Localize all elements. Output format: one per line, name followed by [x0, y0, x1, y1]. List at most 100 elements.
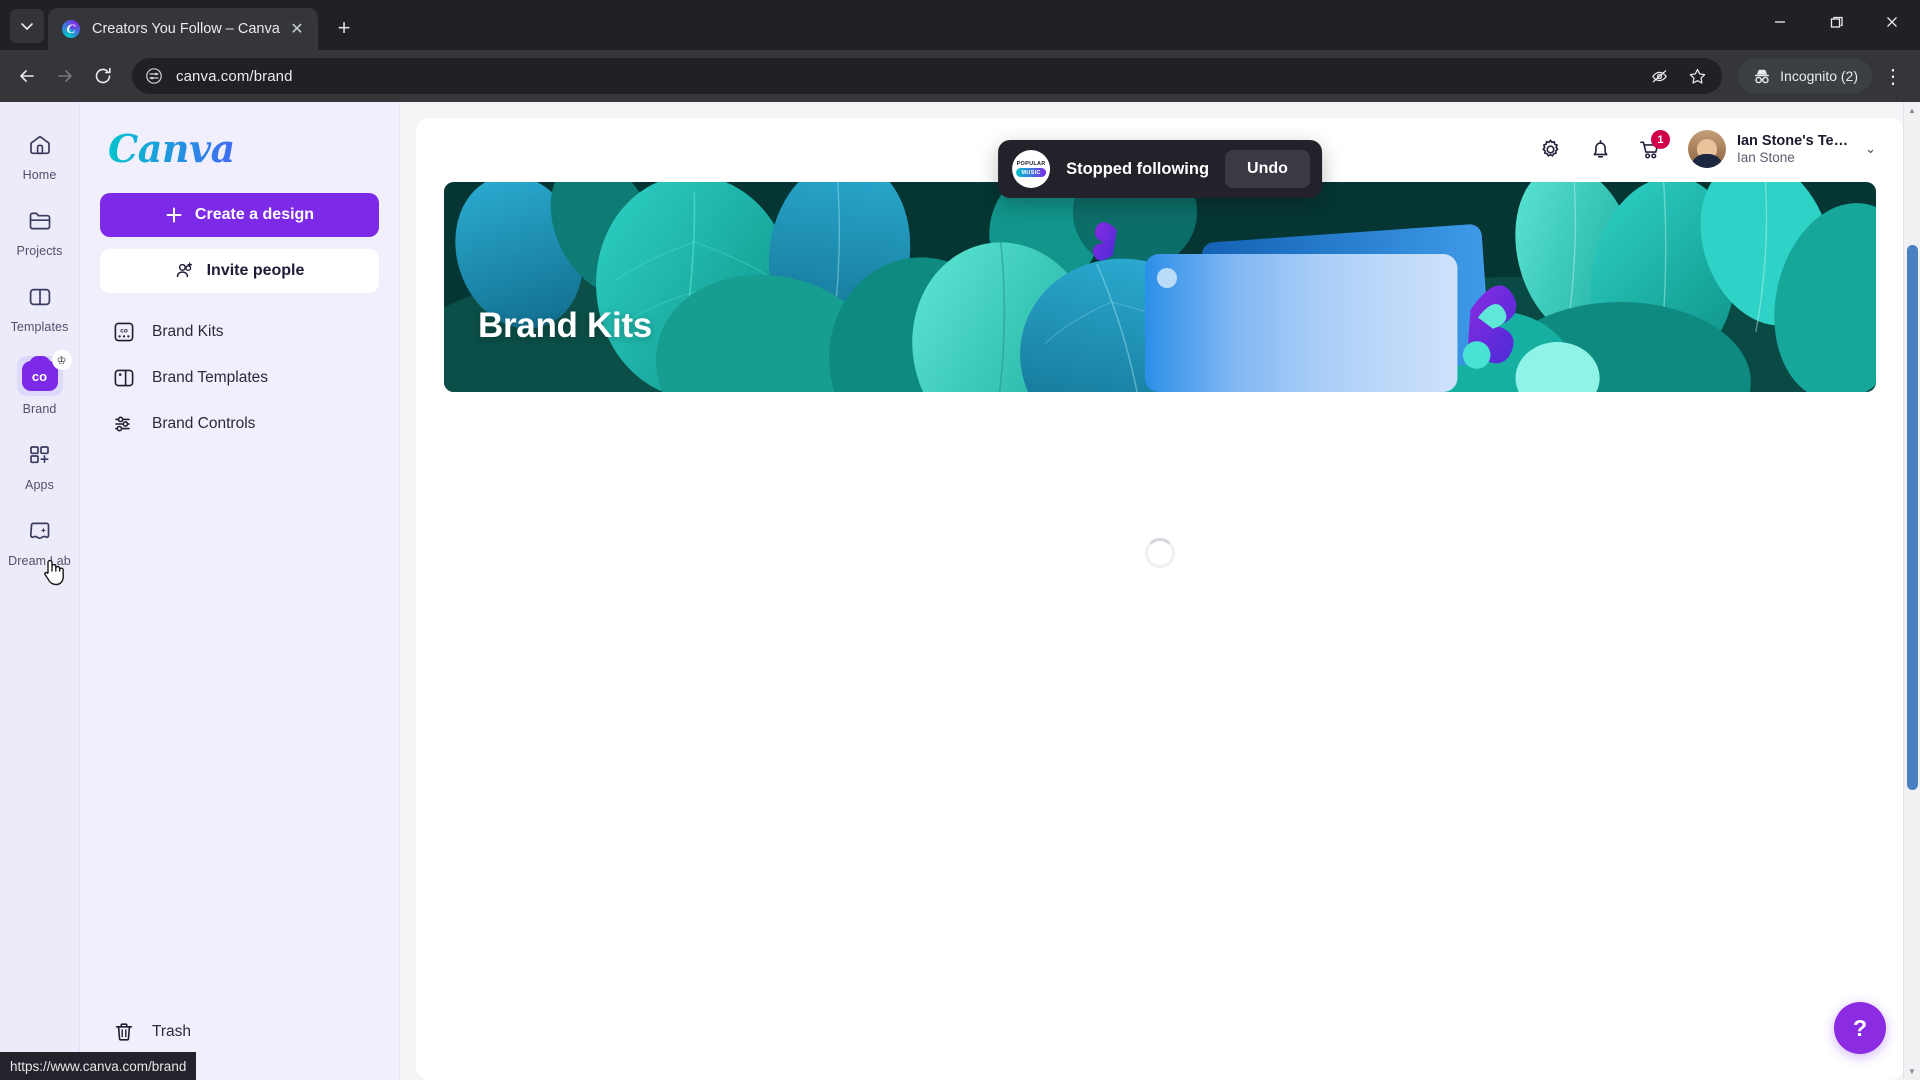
crown-icon: ♔ [51, 350, 72, 370]
sidebar-item-trash[interactable]: Trash [100, 1010, 379, 1054]
canva-logo[interactable]: Canva [108, 126, 379, 171]
folder-icon [19, 204, 61, 238]
browser-toolbar: canva.com/brand Incognito (2) ⋮ [0, 50, 1920, 102]
address-bar[interactable]: canva.com/brand [132, 58, 1723, 94]
plus-icon [166, 207, 182, 223]
toast-notification: POPULAR MUSIC Stopped following Undo [998, 140, 1322, 198]
creator-avatar-bottom-text: MUSIC [1016, 168, 1046, 177]
minimize-icon [1775, 21, 1785, 23]
cart-button[interactable]: 1 [1630, 128, 1672, 170]
create-a-design-button[interactable]: Create a design [100, 193, 379, 237]
scroll-up-arrow-icon[interactable]: ▲ [1904, 102, 1920, 119]
close-tab-button[interactable]: ✕ [286, 18, 308, 40]
scrollbar-thumb[interactable] [1907, 245, 1918, 790]
minimize-button[interactable] [1752, 0, 1808, 44]
star-icon [1689, 68, 1705, 84]
user-name: Ian Stone [1736, 149, 1795, 165]
toast-message: Stopped following [1066, 159, 1210, 178]
rail-item-templates[interactable]: Templates [2, 270, 78, 340]
forward-button[interactable] [48, 59, 82, 93]
trash-icon [112, 1020, 136, 1044]
brand-chip: co [21, 356, 58, 391]
rail-label-dream-lab: Dream Lab [8, 554, 71, 568]
brand-kits-banner: Brand Kits [444, 182, 1876, 392]
back-arrow-icon [20, 70, 34, 82]
incognito-label: Incognito (2) [1780, 68, 1858, 84]
maximize-button[interactable] [1808, 0, 1864, 44]
banner-title: Brand Kits [478, 306, 652, 345]
brand-kit-icon: co [112, 320, 136, 344]
back-button[interactable] [10, 59, 44, 93]
rail-item-projects[interactable]: Projects [2, 194, 78, 264]
scroll-down-arrow-icon[interactable]: ▼ [1904, 1063, 1920, 1080]
rail-item-brand[interactable]: co ♔ Brand [2, 346, 78, 422]
settings-button[interactable] [1530, 128, 1572, 170]
hide-password-icon[interactable] [1642, 59, 1676, 93]
maximize-icon [1830, 16, 1843, 28]
browser-window: C Creators You Follow – Canva ✕ + canva.… [0, 0, 1920, 1080]
window-controls [1752, 0, 1920, 44]
home-icon [19, 128, 61, 162]
bell-icon [1593, 139, 1608, 158]
sliders-icon [112, 412, 136, 436]
sidebar-item-brand-templates[interactable]: Brand Templates [100, 355, 379, 401]
undo-button[interactable]: Undo [1225, 150, 1310, 188]
tab-strip: C Creators You Follow – Canva ✕ + [0, 0, 1920, 50]
rail-item-dream-lab[interactable]: Dream Lab [2, 504, 78, 574]
rail-label-brand: Brand [22, 402, 57, 416]
creator-avatar-top-text: POPULAR [1016, 161, 1046, 167]
chevron-down-icon: ⌄ [1865, 141, 1876, 156]
invite-people-button[interactable]: Invite people [100, 249, 379, 293]
sidebar-item-brand-kits[interactable]: co Brand Kits [100, 309, 379, 355]
rail-item-home[interactable]: Home [2, 118, 78, 188]
loading-spinner [1145, 538, 1175, 568]
app-rail: Home Projects Templates co ♔ Brand Apps … [0, 102, 80, 1080]
templates-icon [19, 280, 61, 314]
dream-lab-icon [19, 514, 61, 548]
tune-icon [146, 68, 162, 84]
rail-label-home: Home [22, 168, 57, 182]
status-bar-link: https://www.canva.com/brand [0, 1052, 197, 1080]
eye-slash-icon [1651, 69, 1667, 82]
browser-tab[interactable]: C Creators You Follow – Canva ✕ [48, 8, 318, 50]
rail-label-apps: Apps [25, 478, 54, 492]
browser-menu-button[interactable]: ⋮ [1876, 59, 1910, 93]
account-switcher[interactable]: Ian Stone's Te… Ian Stone ⌄ [1687, 130, 1876, 168]
rail-label-projects: Projects [16, 244, 63, 258]
forward-arrow-icon [58, 70, 72, 82]
url-text: canva.com/brand [176, 67, 293, 85]
banner-illustration [444, 182, 1876, 392]
incognito-indicator[interactable]: Incognito (2) [1738, 59, 1872, 93]
add-people-icon [176, 262, 192, 278]
incognito-icon [1755, 69, 1770, 84]
tab-search-button[interactable] [10, 9, 44, 43]
reload-button[interactable] [86, 59, 120, 93]
main-content: 1 Ian Stone's Te… Ian Stone ⌄ Brand Kits… [400, 102, 1920, 1080]
close-window-button[interactable] [1864, 0, 1920, 44]
page-scrollbar[interactable]: ▲ ▼ [1903, 102, 1920, 1080]
brand-sidebar: Canva Create a design Invite people co B… [80, 102, 400, 1080]
rail-label-templates: Templates [10, 320, 69, 334]
sidebar-item-brand-controls[interactable]: Brand Controls [100, 401, 379, 447]
new-tab-button[interactable]: + [328, 12, 360, 44]
apps-icon [19, 438, 61, 472]
page-viewport: Home Projects Templates co ♔ Brand Apps … [0, 102, 1920, 1080]
sidebar-label-brand-kits: Brand Kits [152, 323, 224, 340]
tab-title: Creators You Follow – Canva [92, 21, 280, 37]
bookmark-button[interactable] [1680, 59, 1714, 93]
gear-icon [1542, 138, 1559, 157]
team-name: Ian Stone's Te… [1736, 132, 1849, 149]
creator-avatar: POPULAR MUSIC [1012, 150, 1051, 188]
site-settings-button[interactable] [140, 62, 168, 90]
avatar [1687, 130, 1726, 168]
create-a-design-label: Create a design [194, 206, 315, 223]
canva-favicon-icon: C [62, 20, 80, 38]
rail-item-apps[interactable]: Apps [2, 428, 78, 498]
cart-badge: 1 [1650, 130, 1670, 149]
omnibox-actions [1642, 59, 1714, 93]
notifications-button[interactable] [1580, 128, 1622, 170]
help-button[interactable]: ? [1834, 1002, 1886, 1054]
chevron-down-icon [21, 23, 33, 30]
sidebar-label-brand-templates: Brand Templates [152, 369, 269, 386]
reload-icon [95, 67, 111, 84]
